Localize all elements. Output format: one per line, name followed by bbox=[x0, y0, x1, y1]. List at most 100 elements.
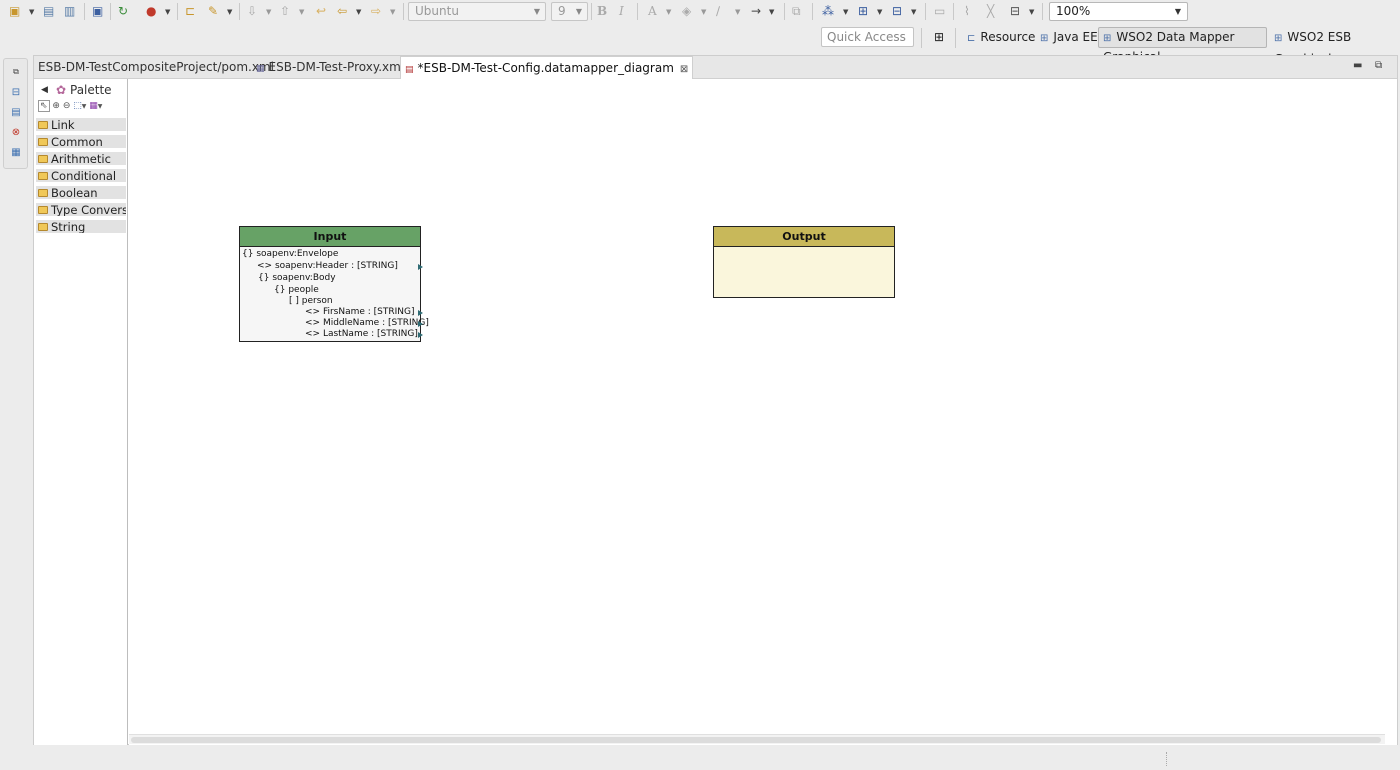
input-box[interactable]: Input {} soapenv:Envelope <> soapenv:Hea… bbox=[239, 226, 429, 342]
font-color-button[interactable]: A bbox=[648, 3, 657, 20]
distribute-dropdown-icon[interactable]: ▼ bbox=[911, 4, 916, 21]
next-annotation-dropdown-icon[interactable]: ▼ bbox=[266, 4, 271, 21]
tree-node-people[interactable]: {} people bbox=[274, 285, 319, 296]
back-dropdown-icon[interactable]: ▼ bbox=[356, 4, 361, 21]
tab-proxy-xml[interactable]: ▦ ESB-DM-Test-Proxy.xml bbox=[252, 56, 408, 79]
fill-color-dropdown-icon[interactable]: ▼ bbox=[701, 4, 706, 21]
save-all-icon[interactable]: ▥ bbox=[64, 3, 75, 20]
palette-drawer-common[interactable]: Common bbox=[36, 135, 126, 149]
outline-icon[interactable]: ▤ bbox=[10, 107, 22, 119]
maximize-icon[interactable]: ⧉ bbox=[1375, 60, 1382, 71]
zoom-out-icon[interactable]: ⊖ bbox=[63, 101, 71, 111]
tree-node-envelope[interactable]: {} soapenv:Envelope bbox=[242, 249, 338, 260]
zoom-select[interactable]: 100% ▼ bbox=[1049, 2, 1188, 21]
font-size-select[interactable]: 9 ▼ bbox=[551, 2, 588, 21]
forward-icon[interactable]: ⇨ bbox=[371, 3, 381, 20]
tab-pom-xml[interactable]: ESB-DM-TestCompositeProject/pom.xml bbox=[34, 56, 278, 79]
oblique-icon[interactable]: ╳ bbox=[987, 3, 994, 20]
tree-node-header[interactable]: <> soapenv:Header : [STRING] bbox=[257, 261, 398, 272]
line-color-icon[interactable]: ∕ bbox=[716, 3, 720, 20]
console-icon[interactable]: ▦ bbox=[10, 147, 22, 159]
line-style-icon[interactable]: → bbox=[751, 3, 761, 20]
zoom-in-icon[interactable]: ⊕ bbox=[52, 101, 60, 111]
new-dropdown-icon[interactable]: ▼ bbox=[29, 4, 34, 21]
diagram-editor: ESB-DM-TestCompositeProject/pom.xml ▦ ESB… bbox=[33, 55, 1398, 745]
line-color-dropdown-icon[interactable]: ▼ bbox=[735, 4, 740, 21]
tree-node-middlename[interactable]: <> MiddleName : [STRING] bbox=[305, 318, 429, 329]
quick-access-field[interactable]: Quick Access bbox=[821, 27, 914, 47]
italic-button[interactable]: I bbox=[619, 3, 624, 20]
restore-icon[interactable]: ⧉ bbox=[10, 66, 22, 78]
align-dropdown-icon[interactable]: ▼ bbox=[877, 4, 882, 21]
open-perspective-icon[interactable]: ⊞ bbox=[929, 27, 949, 48]
layout-dropdown-icon[interactable]: ▼ bbox=[1029, 4, 1034, 21]
prev-annotation-dropdown-icon[interactable]: ▼ bbox=[299, 4, 304, 21]
palette-drawer-arithmetic[interactable]: Arithmetic bbox=[36, 152, 126, 166]
arrange-dropdown-icon[interactable]: ▼ bbox=[843, 4, 848, 21]
diagram-canvas[interactable]: Input {} soapenv:Envelope <> soapenv:Hea… bbox=[129, 79, 1397, 745]
perspective-resource[interactable]: ⊏ Resource bbox=[962, 27, 1040, 48]
connector-port[interactable] bbox=[418, 332, 423, 338]
save-icon[interactable]: ▤ bbox=[43, 3, 54, 20]
terminal-icon[interactable]: ▣ bbox=[92, 3, 103, 20]
perspective-wso2-esb[interactable]: ⊞WSO2 ESB Graphical bbox=[1269, 27, 1400, 66]
perspective-wso2-data-mapper[interactable]: ⊞WSO2 Data Mapper Graphical bbox=[1098, 27, 1267, 64]
run-config-icon[interactable]: ● bbox=[146, 3, 156, 20]
note-dropdown-icon[interactable]: ▼ bbox=[98, 103, 103, 110]
back-icon[interactable]: ⇦ bbox=[337, 3, 347, 20]
marquee-icon[interactable]: ⬚ bbox=[73, 101, 82, 111]
output-box[interactable]: Output bbox=[713, 226, 895, 298]
tree-node-person[interactable]: [ ] person bbox=[289, 296, 333, 307]
wand-dropdown-icon[interactable]: ▼ bbox=[227, 4, 232, 21]
prev-annotation-icon[interactable]: ⇧ bbox=[280, 3, 290, 20]
connector-port[interactable] bbox=[418, 310, 423, 316]
tree-node-lastname[interactable]: <> LastName : [STRING] bbox=[305, 329, 418, 340]
tree-node-firsname[interactable]: <> FirsName : [STRING] bbox=[305, 307, 415, 318]
router-icon[interactable]: ⌇ bbox=[964, 3, 970, 20]
palette-drawer-type-conversion[interactable]: Type Convers... bbox=[36, 203, 126, 217]
distribute-icon[interactable]: ⊟ bbox=[892, 3, 902, 20]
open-folder-icon[interactable]: ⊏ bbox=[185, 3, 195, 20]
close-icon[interactable]: ⊠ bbox=[680, 64, 688, 75]
forward-dropdown-icon[interactable]: ▼ bbox=[390, 4, 395, 21]
connector-port[interactable] bbox=[418, 321, 423, 327]
refresh-icon[interactable]: ↻ bbox=[118, 3, 128, 20]
connector-port[interactable] bbox=[418, 264, 423, 270]
new-icon[interactable]: ▣ bbox=[9, 3, 20, 20]
marquee-dropdown-icon[interactable]: ▼ bbox=[82, 103, 87, 110]
palette-drawer-conditional[interactable]: Conditional bbox=[36, 169, 126, 183]
palette-drawer-string[interactable]: String bbox=[36, 220, 126, 234]
problems-icon[interactable]: ⊗ bbox=[10, 127, 22, 139]
tab-datamapper-diagram[interactable]: ▤ *ESB-DM-Test-Config.datamapper_diagram ⊠ bbox=[400, 56, 694, 80]
tree-node-body[interactable]: {} soapenv:Body bbox=[258, 273, 336, 284]
horizontal-scrollbar[interactable] bbox=[129, 734, 1385, 744]
palette-drawer-link[interactable]: Link bbox=[36, 118, 126, 132]
font-name-select[interactable]: Ubuntu ▼ bbox=[408, 2, 546, 21]
run-dropdown-icon[interactable]: ▼ bbox=[165, 4, 170, 21]
next-annotation-icon[interactable]: ⇩ bbox=[247, 3, 257, 20]
fill-color-icon[interactable]: ◈ bbox=[682, 3, 691, 20]
minimize-icon[interactable]: ▬ bbox=[1353, 60, 1362, 71]
line-style-dropdown-icon[interactable]: ▼ bbox=[769, 4, 774, 21]
align-icon[interactable]: ⊞ bbox=[858, 3, 868, 20]
layout-icon[interactable]: ⊟ bbox=[1010, 3, 1020, 20]
project-explorer-icon[interactable]: ⊟ bbox=[10, 87, 22, 99]
wand-icon[interactable]: ✎ bbox=[208, 3, 218, 20]
scrollbar-thumb[interactable] bbox=[131, 737, 1381, 743]
collapse-palette-icon[interactable]: ◀ bbox=[41, 82, 48, 98]
font-color-dropdown-icon[interactable]: ▼ bbox=[666, 4, 671, 21]
perspective-java-ee[interactable]: ⊞ Java EE bbox=[1035, 27, 1103, 48]
select-all-icon[interactable]: ⧉ bbox=[792, 3, 801, 20]
palette-drawer-boolean[interactable]: Boolean bbox=[36, 186, 126, 200]
diagram-file-icon: ▤ bbox=[405, 65, 414, 75]
status-bar bbox=[0, 746, 1400, 770]
tab-label: ESB-DM-Test-Proxy.xml bbox=[268, 60, 405, 74]
arrange-icon[interactable]: ⁂ bbox=[822, 3, 834, 20]
select-tool-icon[interactable]: ⇖ bbox=[38, 100, 50, 112]
format-icon[interactable]: ▭ bbox=[934, 3, 945, 20]
java-ee-perspective-icon: ⊞ bbox=[1040, 33, 1049, 44]
note-icon[interactable]: ▦ bbox=[89, 101, 98, 111]
drawer-label: Boolean bbox=[51, 186, 98, 200]
bold-button[interactable]: B bbox=[597, 3, 607, 20]
last-edit-icon[interactable]: ↩ bbox=[316, 3, 326, 20]
